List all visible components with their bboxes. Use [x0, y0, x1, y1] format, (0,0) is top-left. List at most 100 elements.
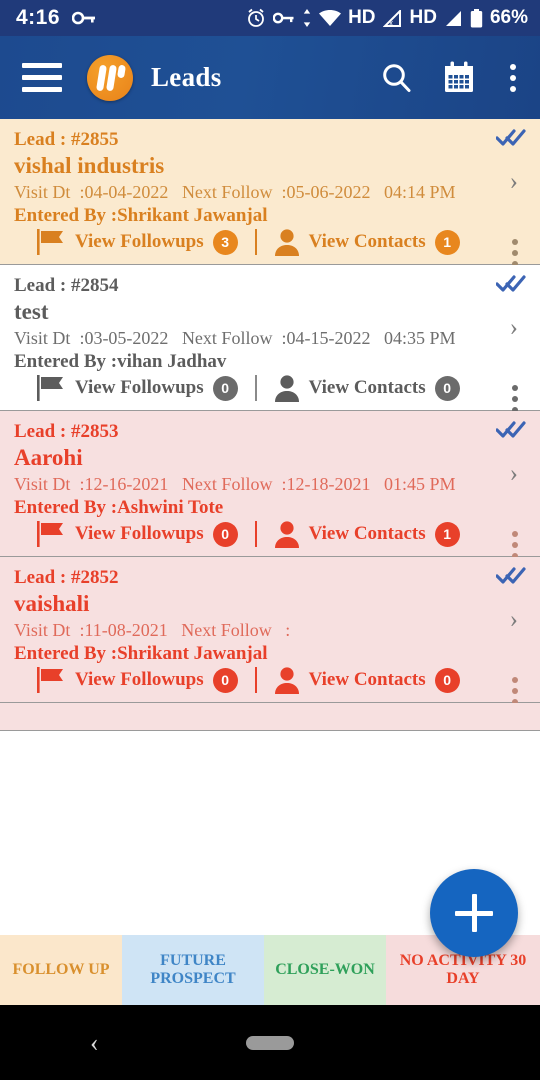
- status-bar-right: HD x HD 66%: [246, 7, 528, 29]
- leads-list[interactable]: Lead : #2855 vishal industris Visit Dt :…: [0, 119, 540, 899]
- flag-icon: [37, 229, 63, 255]
- followups-count-badge: 0: [212, 521, 238, 547]
- lead-actions: View Followups 0 View Contacts 1: [14, 520, 526, 548]
- app-logo-icon: [87, 54, 133, 101]
- view-contacts-label: View Contacts: [308, 231, 426, 252]
- lead-card[interactable]: Lead : #2854 test Visit Dt :03-05-2022 N…: [0, 265, 540, 413]
- visit-date-label: Visit Dt: [14, 474, 71, 494]
- status-bar-left: 4:16: [16, 6, 96, 30]
- entered-by: Entered By :Ashwini Tote: [14, 497, 224, 518]
- hamburger-menu-icon[interactable]: [22, 63, 62, 92]
- view-followups-button[interactable]: View Followups 3: [36, 228, 238, 256]
- chevron-right-icon[interactable]: ›: [510, 607, 518, 632]
- double-check-icon: [496, 275, 526, 292]
- entered-by: Entered By :Shrikant Jawanjal: [14, 643, 268, 664]
- lead-id: Lead : #2853: [14, 421, 119, 442]
- person-icon: [274, 229, 299, 256]
- lead-card[interactable]: Lead : #2852 vaishali Visit Dt :11-08-20…: [0, 557, 540, 705]
- android-nav-bar: ‹: [0, 1005, 540, 1080]
- entered-by: Entered By :Shrikant Jawanjal: [14, 205, 268, 226]
- next-follow-label: Next Follow: [181, 474, 273, 494]
- chevron-right-icon[interactable]: ›: [510, 315, 518, 340]
- tab-future-prospect[interactable]: FUTURE PROSPECT: [122, 935, 264, 1005]
- chevron-right-icon[interactable]: ›: [510, 461, 518, 486]
- lead-overflow-icon[interactable]: [512, 385, 518, 413]
- entered-by: Entered By :vihan Jadhav: [14, 351, 227, 372]
- wifi-icon: [319, 9, 342, 26]
- home-pill-icon[interactable]: [246, 1035, 294, 1050]
- lead-dates: Visit Dt :11-08-2021 Next Follow :: [14, 620, 526, 641]
- app-bar-actions: [381, 60, 526, 96]
- chevron-right-icon[interactable]: ›: [510, 169, 518, 194]
- view-followups-button[interactable]: View Followups 0: [36, 374, 238, 402]
- visit-date-value: :12-16-2021: [79, 474, 169, 494]
- visit-date-value: :11-08-2021: [79, 620, 168, 640]
- visit-date-value: :03-05-2022: [79, 328, 169, 348]
- lead-overflow-icon[interactable]: [512, 239, 518, 267]
- contacts-count-badge: 1: [434, 521, 460, 547]
- lead-card[interactable]: Lead : #2853 Aarohi Visit Dt :12-16-2021…: [0, 411, 540, 559]
- lead-overflow-icon[interactable]: [512, 677, 518, 705]
- plus-icon-vertical: [471, 894, 477, 932]
- visit-date-label: Visit Dt: [14, 328, 71, 348]
- lead-dates: Visit Dt :12-16-2021 Next Follow :12-18-…: [14, 474, 526, 495]
- double-check-icon: [496, 129, 526, 146]
- view-contacts-label: View Contacts: [308, 669, 426, 690]
- view-contacts-label: View Contacts: [308, 377, 426, 398]
- view-followups-button[interactable]: View Followups 0: [36, 520, 238, 548]
- next-follow-label: Next Follow: [181, 328, 273, 348]
- view-followups-button[interactable]: View Followups 0: [36, 666, 238, 694]
- tab-close-won[interactable]: CLOSE-WON: [264, 935, 386, 1005]
- contacts-count-badge: 0: [434, 375, 460, 401]
- action-divider: [254, 375, 257, 401]
- add-lead-fab[interactable]: [430, 869, 518, 957]
- double-check-icon: [496, 421, 526, 438]
- vpn-key-icon: [273, 12, 294, 24]
- back-chevron-icon[interactable]: ‹: [90, 1029, 99, 1056]
- lead-actions: View Followups 3 View Contacts 1: [14, 228, 526, 256]
- more-vertical-icon[interactable]: [506, 60, 520, 96]
- lead-card-partial[interactable]: [0, 703, 540, 731]
- lead-id: Lead : #2855: [14, 129, 119, 150]
- view-contacts-button[interactable]: View Contacts 1: [274, 228, 460, 256]
- person-icon: [274, 375, 299, 402]
- battery-percent: 66%: [489, 7, 528, 28]
- battery-icon: [470, 8, 483, 27]
- lead-actions: View Followups 0 View Contacts 0: [14, 374, 526, 402]
- lead-id: Lead : #2854: [14, 275, 119, 296]
- view-contacts-button[interactable]: View Contacts 1: [274, 520, 460, 548]
- alarm-icon: [248, 8, 264, 27]
- lead-dates: Visit Dt :04-04-2022 Next Follow :05-06-…: [14, 182, 526, 203]
- signal-off-icon: x: [382, 9, 401, 27]
- lead-name: test: [14, 299, 49, 324]
- visit-date-label: Visit Dt: [14, 620, 71, 640]
- calendar-icon[interactable]: [442, 61, 476, 94]
- followups-count-badge: 0: [212, 375, 238, 401]
- next-follow-label: Next Follow: [181, 620, 272, 640]
- flag-icon: [37, 667, 63, 693]
- app-bar: Leads: [0, 36, 540, 119]
- next-follow-value: :04-15-2022: [281, 328, 371, 348]
- followups-count-badge: 3: [212, 229, 238, 255]
- view-contacts-button[interactable]: View Contacts 0: [274, 374, 460, 402]
- status-time: 4:16: [16, 6, 61, 29]
- action-divider: [254, 229, 257, 255]
- view-followups-label: View Followups: [75, 377, 204, 398]
- lead-name: vaishali: [14, 591, 90, 616]
- search-icon[interactable]: [381, 62, 412, 93]
- svg-text:x: x: [389, 18, 393, 27]
- page-title: Leads: [151, 62, 222, 92]
- lead-id: Lead : #2852: [14, 567, 119, 588]
- next-follow-label: Next Follow: [181, 182, 273, 202]
- lead-overflow-icon[interactable]: [512, 531, 518, 559]
- lead-card[interactable]: Lead : #2855 vishal industris Visit Dt :…: [0, 119, 540, 267]
- view-followups-label: View Followups: [75, 231, 204, 252]
- contacts-count-badge: 0: [434, 667, 460, 693]
- lead-actions: View Followups 0 View Contacts 0: [14, 666, 526, 694]
- next-follow-time: 04:14 PM: [383, 182, 456, 202]
- tab-follow-up[interactable]: FOLLOW UP: [0, 935, 122, 1005]
- action-divider: [254, 521, 257, 547]
- view-contacts-button[interactable]: View Contacts 0: [274, 666, 460, 694]
- double-check-icon: [496, 567, 526, 584]
- lead-dates: Visit Dt :03-05-2022 Next Follow :04-15-…: [14, 328, 526, 349]
